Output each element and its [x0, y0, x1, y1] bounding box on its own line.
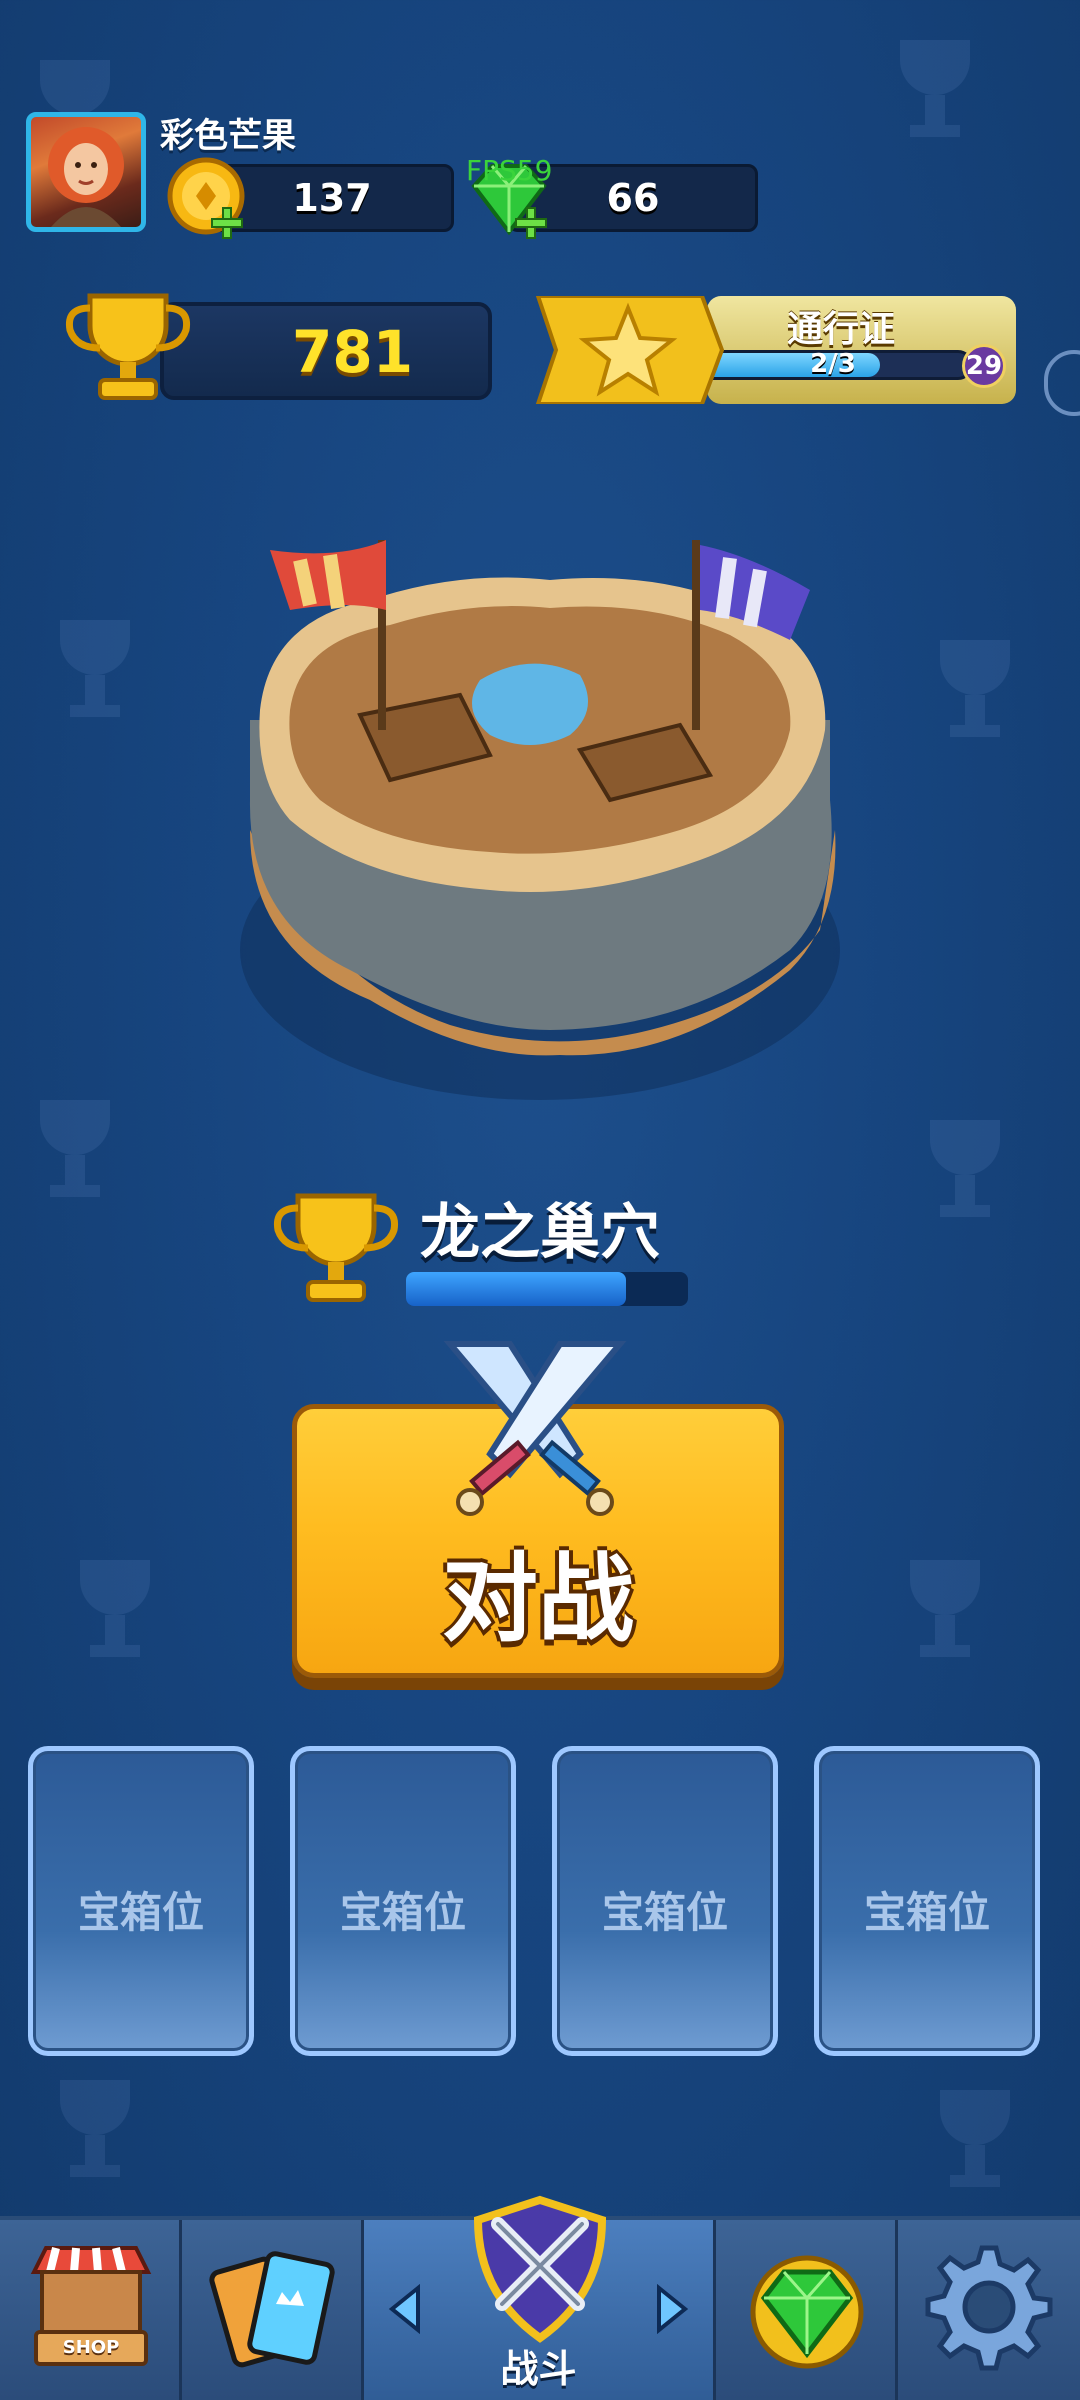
- fps-counter: FPS59: [466, 154, 553, 187]
- trophy-bar: 781: [160, 302, 492, 400]
- battle-pass-widget[interactable]: 通行证 2/3 29: [532, 296, 1016, 404]
- chest-slot-4[interactable]: 宝箱位: [814, 1746, 1040, 2056]
- pass-level-badge: 29: [962, 344, 1006, 388]
- side-timer-button[interactable]: [1044, 350, 1080, 416]
- trophy-icon: [65, 293, 191, 400]
- chest-slot-1[interactable]: 宝箱位: [28, 1746, 254, 2056]
- nav-tab-cards[interactable]: [182, 2220, 364, 2400]
- chest-slot-label: 宝箱位: [863, 1888, 990, 1937]
- nav-tab-gems[interactable]: [716, 2220, 898, 2400]
- add-gems-button[interactable]: [514, 206, 548, 240]
- arena-island-image: [240, 540, 840, 1100]
- pass-star-icon: [535, 296, 724, 404]
- nav-tab-shop[interactable]: SHOP: [0, 2220, 182, 2400]
- chest-slot-3[interactable]: 宝箱位: [552, 1746, 778, 2056]
- settings-gear-icon: [925, 2245, 1053, 2371]
- nav-tab-battle-label: 战斗: [500, 2347, 577, 2391]
- arena-progress-bar: [406, 1272, 688, 1306]
- chest-slot-label: 宝箱位: [601, 1888, 728, 1937]
- pass-progress-text: 2/3: [810, 349, 856, 379]
- nav-next-arrow-icon[interactable]: [655, 2284, 689, 2334]
- shop-sign-text: SHOP: [62, 2337, 120, 2358]
- chest-slot-label: 宝箱位: [77, 1888, 204, 1937]
- pass-panel: 通行证 2/3 29: [693, 296, 1016, 404]
- player-name: 彩色芒果: [160, 116, 296, 156]
- nav-tab-settings[interactable]: [898, 2220, 1080, 2400]
- pass-progress-bar: 2/3: [693, 349, 973, 380]
- crossed-swords-icon: [443, 1341, 627, 1516]
- battle-button-label: 对战: [442, 1543, 634, 1655]
- nav-prev-arrow-icon[interactable]: [388, 2284, 422, 2334]
- arena-trophy-icon: [273, 1193, 399, 1302]
- chest-slot-2[interactable]: 宝箱位: [290, 1746, 516, 2056]
- pass-title: 通行证: [787, 309, 896, 350]
- nav-tab-battle[interactable]: 战斗: [364, 2195, 716, 2400]
- arena-progress-fill: [406, 1272, 626, 1306]
- arena-name: 龙之巢穴: [420, 1198, 660, 1268]
- trophy-count: 781: [292, 318, 414, 386]
- battle-shield-icon: [473, 2195, 607, 2343]
- player-avatar[interactable]: [26, 112, 146, 232]
- add-coins-button[interactable]: [210, 206, 244, 240]
- chest-slot-label: 宝箱位: [339, 1888, 466, 1937]
- cards-icon: [209, 2251, 335, 2368]
- gem-shop-icon: [750, 2255, 864, 2369]
- avatar-portrait-icon: [48, 127, 124, 227]
